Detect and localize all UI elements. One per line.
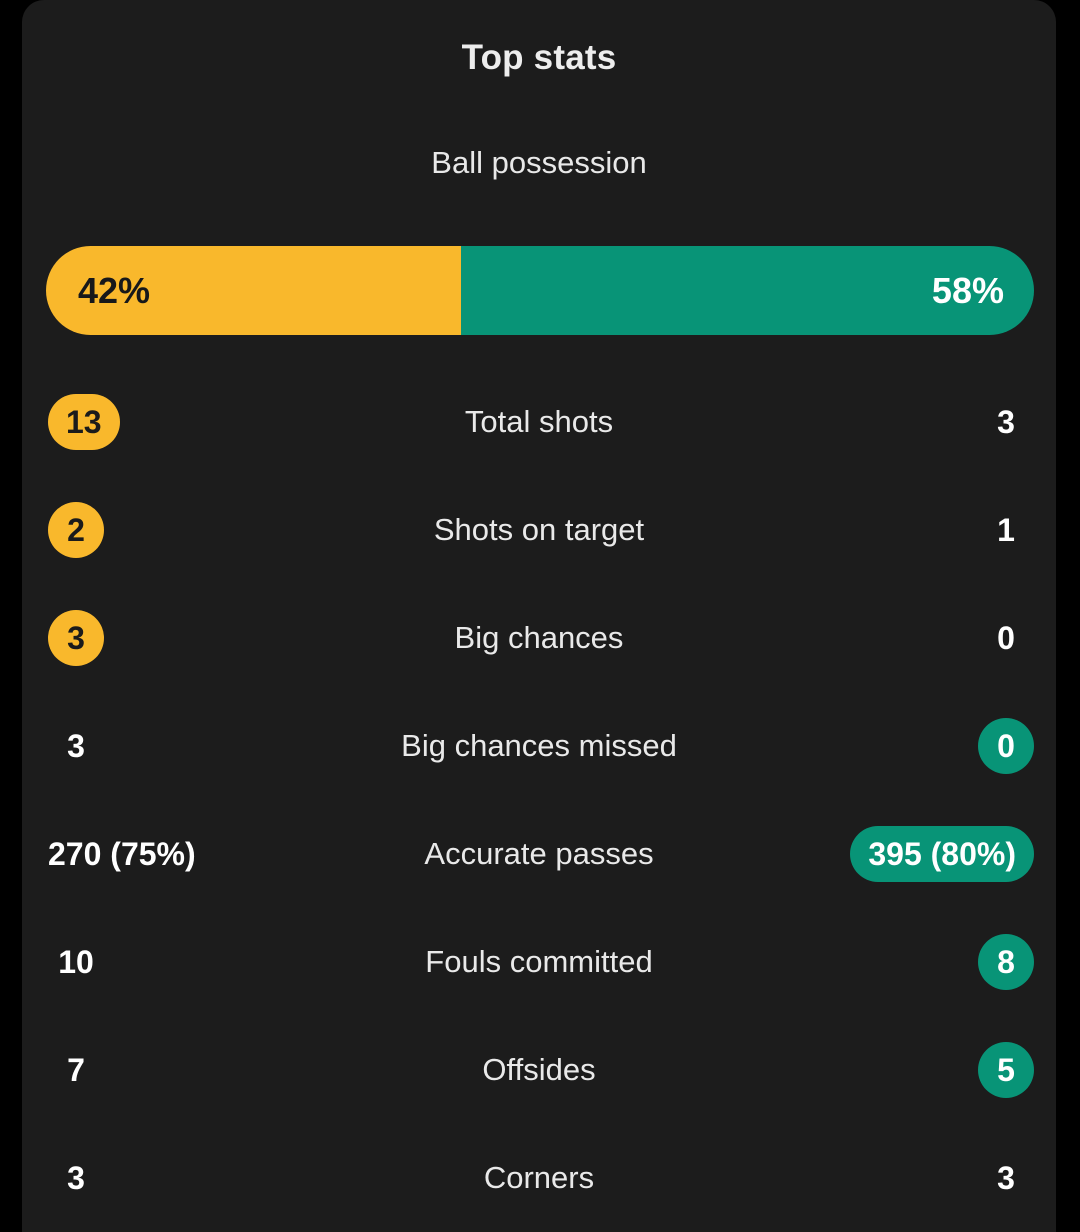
stat-label: Big chances missed bbox=[401, 728, 677, 763]
table-row: 3 Corners 3 bbox=[22, 1124, 1056, 1232]
stat-label: Shots on target bbox=[433, 512, 645, 547]
stat-home-cell: 270 (75%) bbox=[22, 826, 322, 882]
stat-away-cell: 3 bbox=[756, 1150, 1056, 1206]
table-row: 13 Total shots 3 bbox=[22, 368, 1056, 476]
stat-rows: 13 Total shots 3 2 Shots on target 1 3 Big chan… bbox=[22, 368, 1056, 1232]
table-row: 2 Shots on target 1 bbox=[22, 476, 1056, 584]
home-value: 10 bbox=[58, 944, 94, 980]
possession-bar-away-segment: 58% bbox=[460, 246, 1034, 335]
stat-label: Fouls committed bbox=[425, 944, 653, 979]
away-value: 0 bbox=[997, 620, 1015, 656]
stat-away-cell: 5 bbox=[756, 1042, 1056, 1098]
stat-away-cell: 395 (80%) bbox=[756, 826, 1056, 882]
away-value: 3 bbox=[997, 1160, 1015, 1196]
ball-possession-label: Ball possession bbox=[431, 145, 647, 180]
stat-home-cell: 3 bbox=[22, 718, 322, 774]
table-row: 3 Big chances missed 0 bbox=[22, 692, 1056, 800]
home-value: 7 bbox=[67, 1052, 85, 1088]
stat-away-cell: 1 bbox=[756, 502, 1056, 558]
home-value: 3 bbox=[67, 728, 85, 764]
home-value: 270 (75%) bbox=[48, 836, 196, 872]
stat-away-cell: 0 bbox=[756, 610, 1056, 666]
away-value: 1 bbox=[997, 512, 1015, 548]
stat-home-cell: 10 bbox=[22, 934, 322, 990]
table-row: 3 Big chances 0 bbox=[22, 584, 1056, 692]
home-value: 3 bbox=[67, 1160, 85, 1196]
away-value-badge: 5 bbox=[978, 1042, 1034, 1098]
stat-label: Offsides bbox=[482, 1052, 596, 1087]
stat-label: Accurate passes bbox=[424, 836, 654, 871]
home-value-badge: 2 bbox=[48, 502, 104, 558]
stat-label: Corners bbox=[483, 1160, 595, 1195]
stat-home-cell: 7 bbox=[22, 1042, 322, 1098]
table-row: 7 Offsides 5 bbox=[22, 1016, 1056, 1124]
away-value-badge: 0 bbox=[978, 718, 1034, 774]
stat-home-cell: 13 bbox=[22, 394, 322, 450]
ball-possession-bar: 42% 58% bbox=[46, 246, 1034, 335]
table-row: 10 Fouls committed 8 bbox=[22, 908, 1056, 1016]
page-title: Top stats bbox=[461, 38, 617, 77]
stat-label: Big chances bbox=[454, 620, 624, 655]
home-value-badge: 13 bbox=[48, 394, 120, 450]
possession-bar-home-segment: 42% bbox=[46, 246, 461, 335]
away-value-badge: 395 (80%) bbox=[850, 826, 1034, 882]
home-value-badge: 3 bbox=[48, 610, 104, 666]
stat-home-cell: 3 bbox=[22, 610, 322, 666]
top-stats-card: Top stats Ball possession 42% 58% 13 Tota… bbox=[22, 0, 1056, 1232]
stat-away-cell: 3 bbox=[756, 394, 1056, 450]
away-value-badge: 8 bbox=[978, 934, 1034, 990]
stat-away-cell: 8 bbox=[756, 934, 1056, 990]
table-row: 270 (75%) Accurate passes 395 (80%) bbox=[22, 800, 1056, 908]
stat-home-cell: 3 bbox=[22, 1150, 322, 1206]
away-value: 3 bbox=[997, 404, 1015, 440]
stat-label: Total shots bbox=[464, 404, 614, 439]
stat-home-cell: 2 bbox=[22, 502, 322, 558]
stat-away-cell: 0 bbox=[756, 718, 1056, 774]
